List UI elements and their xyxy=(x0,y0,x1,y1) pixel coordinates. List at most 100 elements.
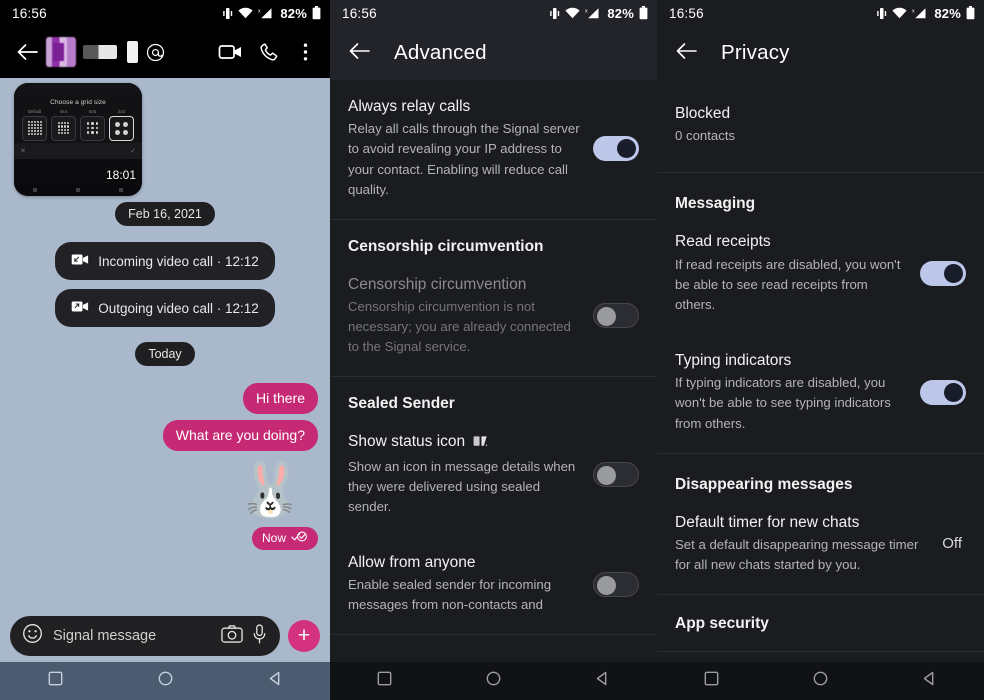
advanced-settings-panel: 16:56 x 82% Advanced Always relay calls … xyxy=(330,0,657,700)
vibrate-icon xyxy=(876,7,887,20)
message-bubble[interactable]: What are you doing? xyxy=(162,420,318,451)
battery-icon xyxy=(312,6,321,20)
setting-subtitle: Censorship circumvention is not necessar… xyxy=(348,299,571,355)
wifi-icon xyxy=(238,7,253,19)
read-receipt-double-check-icon xyxy=(291,531,308,545)
setting-subtitle: Enable sealed sender for incoming messag… xyxy=(348,577,552,613)
setting-title: Read receipts xyxy=(675,233,771,251)
setting-row-always-relay-calls[interactable]: Always relay calls Relay all calls throu… xyxy=(330,80,657,219)
settings-group: Messaging Read receipts If read receipts… xyxy=(657,173,984,454)
grid-option-label: 2x2 xyxy=(118,109,125,114)
grid-option-box xyxy=(22,115,47,141)
toggle-allow-from-anyone[interactable] xyxy=(593,571,639,597)
dot-grid-2x2 xyxy=(115,121,128,135)
call-event-row[interactable]: Incoming video call · 12:12 xyxy=(12,242,318,280)
message-row-outgoing[interactable]: Hi there xyxy=(12,383,318,414)
incoming-video-call-icon xyxy=(71,253,89,269)
advanced-header: Advanced xyxy=(330,26,657,80)
setting-row-read-receipts[interactable]: Read receipts If read receipts are disab… xyxy=(657,215,984,334)
square-recents-icon[interactable] xyxy=(704,671,719,691)
triangle-back-icon[interactable] xyxy=(922,671,937,691)
grid-option-label: Default xyxy=(27,109,42,114)
settings-group: Always relay calls Relay all calls throu… xyxy=(330,80,657,220)
setting-subtitle: 0 contacts xyxy=(675,128,736,144)
page-title: Advanced xyxy=(394,41,487,64)
add-attachment-button[interactable]: + xyxy=(288,620,320,652)
triangle-back-icon[interactable] xyxy=(595,671,610,691)
cellular-signal-icon: x xyxy=(585,7,601,20)
svg-text:x: x xyxy=(258,8,261,14)
toggle-always-relay-calls[interactable] xyxy=(593,135,639,161)
thumbnail-top-strip xyxy=(14,83,142,95)
setting-row-blocked[interactable]: Blocked 0 contacts xyxy=(657,80,984,172)
android-nav-bar xyxy=(657,662,984,700)
settings-group: Disappearing messages Default timer for … xyxy=(657,454,984,596)
emoji-icon[interactable] xyxy=(22,623,43,649)
sealed-sender-icon xyxy=(473,434,488,453)
square-recents-icon[interactable] xyxy=(377,671,392,691)
toggle-show-status-icon[interactable] xyxy=(593,461,639,487)
circle-home-icon[interactable] xyxy=(158,671,173,691)
battery-percent: 82% xyxy=(280,5,307,21)
microphone-icon[interactable] xyxy=(253,623,266,649)
circle-home-icon[interactable] xyxy=(486,671,501,691)
search-input-placeholder[interactable]: Signal message xyxy=(53,628,211,644)
contact-name-redacted xyxy=(83,45,117,59)
contact-name-redacted-2 xyxy=(127,41,138,63)
setting-value: Off xyxy=(942,535,962,553)
section-heading-censorship: Censorship circumvention xyxy=(348,237,544,255)
settings-group: Blocked 0 contacts xyxy=(657,80,984,174)
mention-icon[interactable] xyxy=(138,43,172,62)
triangle-back-icon[interactable] xyxy=(268,671,283,691)
grid-option-box xyxy=(80,115,105,141)
thumbnail-cancel-icon: ✕ xyxy=(20,147,26,155)
svg-text:x: x xyxy=(585,8,588,14)
sticker-message[interactable]: 🐰 xyxy=(12,463,318,517)
status-bar-chat: 16:56 x 82% xyxy=(0,0,330,26)
incoming-call-bubble[interactable]: Incoming video call · 12:12 xyxy=(55,242,275,280)
back-arrow-icon[interactable] xyxy=(10,42,44,62)
settings-group: App security xyxy=(657,595,984,653)
setting-row-allow-from-anyone[interactable]: Allow from anyone Enable sealed sender f… xyxy=(330,536,657,634)
avatar[interactable] xyxy=(46,37,76,67)
chat-message-list[interactable]: Choose a grid size Default 4x4 5x5 2x2 ✕… xyxy=(0,78,330,700)
phone-icon[interactable] xyxy=(250,42,288,63)
setting-subtitle: Set a default disappearing message timer… xyxy=(675,536,919,572)
setting-subtitle: If typing indicators are disabled, you w… xyxy=(675,375,891,431)
toggle-read-receipts[interactable] xyxy=(920,261,966,287)
call-event-row[interactable]: Outgoing video call · 12:12 xyxy=(12,289,318,327)
setting-title: Allow from anyone xyxy=(348,553,476,571)
toggle-typing-indicators[interactable] xyxy=(920,379,966,405)
grid-option: 5x5 xyxy=(80,109,105,141)
outgoing-call-bubble[interactable]: Outgoing video call · 12:12 xyxy=(55,289,275,327)
status-bar-advanced: 16:56 x 82% xyxy=(330,0,657,26)
dot-grid-3x3 xyxy=(86,122,99,134)
more-vertical-icon[interactable] xyxy=(288,42,322,62)
thumbnail-action-bar: ✕ ✓ xyxy=(14,142,142,159)
back-arrow-icon[interactable] xyxy=(348,41,370,66)
message-row-outgoing[interactable]: What are you doing? xyxy=(12,420,318,451)
setting-row-default-timer[interactable]: Default timer for new chats Set a defaul… xyxy=(657,496,984,595)
attachment-thumbnail[interactable]: Choose a grid size Default 4x4 5x5 2x2 ✕… xyxy=(14,83,142,196)
message-status-row: Now xyxy=(12,527,318,550)
setting-row-show-status-icon[interactable]: Show status icon Show an icon in message… xyxy=(330,415,657,536)
dot-grid-5x5 xyxy=(27,121,42,135)
video-call-icon[interactable] xyxy=(212,42,250,62)
vibrate-icon xyxy=(549,7,560,20)
status-badge-label: Now xyxy=(261,531,286,545)
setting-title: Blocked xyxy=(675,105,731,122)
circle-home-icon[interactable] xyxy=(813,671,828,691)
setting-row-censorship-circumvention: Censorship circumvention Censorship circ… xyxy=(330,258,657,377)
battery-percent: 82% xyxy=(607,5,634,21)
chat-panel: 16:56 x 82% Choose a grid size Default 4… xyxy=(0,0,330,700)
message-input-container[interactable]: Signal message xyxy=(10,616,280,656)
message-bubble[interactable]: Hi there xyxy=(242,383,318,414)
setting-row-typing-indicators[interactable]: Typing indicators If typing indicators a… xyxy=(657,334,984,453)
battery-icon xyxy=(966,6,975,20)
back-arrow-icon[interactable] xyxy=(675,41,697,66)
grid-option-box xyxy=(51,115,76,141)
camera-icon[interactable] xyxy=(221,624,243,648)
message-composer: Signal message + xyxy=(10,616,320,656)
grid-option-label: 4x4 xyxy=(60,109,67,114)
square-recents-icon[interactable] xyxy=(48,671,63,691)
